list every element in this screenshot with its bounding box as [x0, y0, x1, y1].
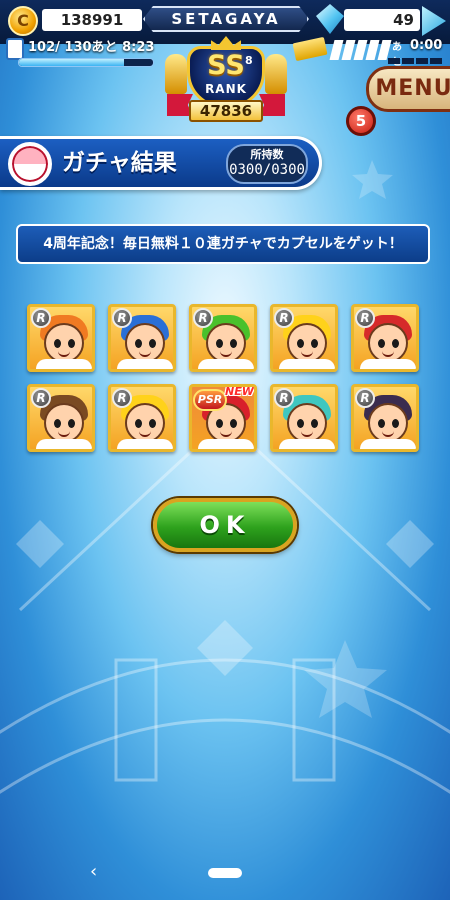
- character-uniform: [279, 439, 335, 449]
- rarity-badge: R: [31, 308, 51, 328]
- menu-button[interactable]: MENU: [366, 66, 450, 112]
- character-eye: [230, 339, 237, 348]
- crown-icon: [211, 36, 241, 50]
- character-eye: [149, 339, 156, 348]
- owned-label: 所持数: [250, 148, 284, 161]
- trophy-icon: [165, 54, 187, 94]
- character-eye: [135, 339, 142, 348]
- character-uniform: [36, 359, 92, 369]
- result-card[interactable]: R: [351, 384, 419, 452]
- result-card[interactable]: PSR NEW: [189, 384, 257, 452]
- character-eye: [392, 339, 399, 348]
- character-face: [368, 403, 408, 443]
- character-eye: [216, 339, 223, 348]
- rank-label: RANK: [205, 82, 247, 96]
- result-card[interactable]: R: [270, 304, 338, 372]
- character-eye: [378, 339, 385, 348]
- character-face: [125, 403, 165, 443]
- character-eye: [54, 339, 61, 348]
- character-uniform: [117, 359, 173, 369]
- rarity-badge: R: [274, 388, 294, 408]
- rarity-badge: PSR: [193, 389, 227, 411]
- character-eye: [216, 419, 223, 428]
- result-card[interactable]: R: [108, 304, 176, 372]
- stamina-bar-fill: [19, 59, 125, 66]
- ticket-slot: [377, 40, 392, 60]
- character-eye: [392, 419, 399, 428]
- result-card[interactable]: R: [270, 384, 338, 452]
- result-card[interactable]: R: [27, 304, 95, 372]
- character-face: [287, 323, 327, 363]
- new-tag: NEW: [225, 385, 254, 398]
- campaign-banner: 4周年記念！毎日無料１０連ガチャでカプセルをゲット！: [16, 224, 430, 264]
- character-eye: [378, 419, 385, 428]
- rank-badge[interactable]: SS 8 RANK 47836: [165, 36, 287, 128]
- home-pill-icon[interactable]: [208, 868, 242, 878]
- owned-count: 0300/0300: [229, 162, 305, 178]
- coin-count: 138991: [42, 9, 142, 31]
- character-uniform: [360, 359, 416, 369]
- character-face: [125, 323, 165, 363]
- character-eye: [68, 419, 75, 428]
- character-face: [206, 323, 246, 363]
- rarity-badge: R: [112, 308, 132, 328]
- page-title: ガチャ結果: [62, 150, 177, 176]
- character-face: [287, 403, 327, 443]
- result-card[interactable]: R: [108, 384, 176, 452]
- ticket-label: あと: [392, 42, 402, 68]
- character-eye: [230, 419, 237, 428]
- rank-score: 47836: [189, 100, 263, 122]
- character-face: [44, 323, 84, 363]
- ticket-slots: [329, 40, 392, 60]
- ticket-dashes: [388, 58, 444, 64]
- back-chevron-icon[interactable]: ‹: [90, 862, 106, 882]
- ticket-time: 0:00: [410, 38, 443, 53]
- stamina-bar: [18, 58, 154, 67]
- character-uniform: [198, 439, 254, 449]
- stamina-icon: [6, 38, 24, 60]
- rarity-badge: R: [31, 388, 51, 408]
- result-card[interactable]: R: [351, 304, 419, 372]
- character-uniform: [360, 439, 416, 449]
- character-eye: [68, 339, 75, 348]
- character-uniform: [117, 439, 173, 449]
- notification-badge[interactable]: 5: [346, 106, 376, 136]
- character-eye: [149, 419, 156, 428]
- rarity-badge: R: [355, 308, 375, 328]
- character-uniform: [279, 359, 335, 369]
- character-uniform: [36, 439, 92, 449]
- rarity-badge: R: [274, 308, 294, 328]
- coin-icon: C: [8, 6, 38, 36]
- rank-grade-sub: 8: [245, 54, 253, 67]
- character-eye: [135, 419, 142, 428]
- stamina-text: 102/ 130あと 8:23: [28, 40, 155, 55]
- capsule-icon: [8, 142, 52, 186]
- character-eye: [54, 419, 61, 428]
- rarity-badge: R: [193, 308, 213, 328]
- location-banner[interactable]: SETAGAYA: [143, 6, 309, 32]
- rarity-badge: R: [112, 388, 132, 408]
- result-card[interactable]: R: [27, 384, 95, 452]
- gem-count: 49: [344, 9, 420, 31]
- ok-button[interactable]: OK: [153, 498, 297, 552]
- character-eye: [311, 339, 318, 348]
- character-face: [368, 323, 408, 363]
- result-card[interactable]: R: [189, 304, 257, 372]
- character-eye: [297, 419, 304, 428]
- character-face: [44, 403, 84, 443]
- rarity-badge: R: [355, 388, 375, 408]
- character-eye: [297, 339, 304, 348]
- trophy-icon: [265, 54, 287, 94]
- character-eye: [311, 419, 318, 428]
- character-uniform: [198, 359, 254, 369]
